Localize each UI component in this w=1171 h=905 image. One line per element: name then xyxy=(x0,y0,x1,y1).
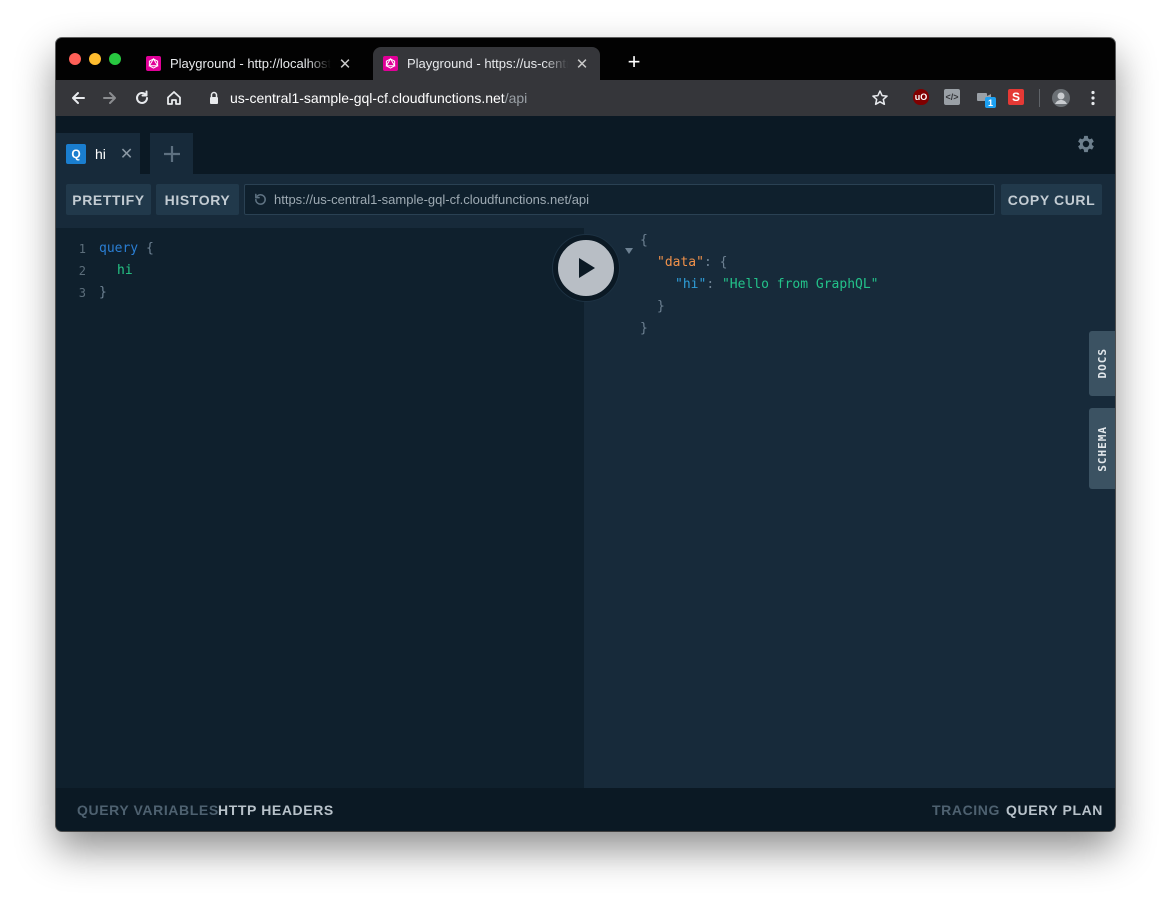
close-tab-icon[interactable]: ✕ xyxy=(574,55,590,73)
home-icon[interactable] xyxy=(163,87,185,109)
settings-gear-icon[interactable] xyxy=(1075,133,1097,155)
result-line: "hi": "Hello from GraphQL" xyxy=(675,274,879,296)
play-icon xyxy=(579,258,595,278)
docs-side-tab[interactable]: DOCS xyxy=(1089,331,1115,396)
playground-tab-bar: Q hi ✕ xyxy=(56,116,1115,174)
back-arrow-icon[interactable] xyxy=(67,87,89,109)
query-badge: Q xyxy=(66,143,86,164)
result-line: } xyxy=(657,296,665,318)
data-open-brace: { xyxy=(719,255,728,270)
browser-menu-icon[interactable] xyxy=(1082,87,1104,109)
minimize-window-button[interactable] xyxy=(89,53,101,65)
colon: : xyxy=(703,255,712,270)
lock-icon xyxy=(210,91,218,104)
playground-tab-name: hi xyxy=(95,145,106,162)
bookmark-star-icon[interactable] xyxy=(869,87,891,109)
result-viewer: { "data": { "hi": "Hello from GraphQL" }… xyxy=(584,228,1115,788)
collapse-triangle-icon[interactable] xyxy=(625,248,633,254)
s-extension-icon[interactable]: S xyxy=(1008,89,1024,105)
close-tab-icon[interactable]: ✕ xyxy=(337,55,353,73)
data-close-brace: } xyxy=(657,299,665,314)
tracing-tab[interactable]: TRACING xyxy=(932,802,1000,818)
close-playground-tab-icon[interactable]: ✕ xyxy=(120,144,133,164)
code-line: query { xyxy=(99,238,154,260)
url-host: us-central1-sample-gql-cf.cloudfunctions… xyxy=(230,90,505,106)
http-headers-tab[interactable]: HTTP HEADERS xyxy=(218,802,334,818)
playground-toolbar: PRETTIFY HISTORY https://us-central1-sam… xyxy=(56,174,1115,228)
result-line: "data": { xyxy=(657,252,727,274)
hi-value: "Hello from GraphQL" xyxy=(721,277,879,292)
playground-tab-hi[interactable]: Q hi ✕ xyxy=(56,133,140,174)
browser-tab-title: Playground - http://localhost:5000 xyxy=(170,56,331,71)
execute-query-button[interactable] xyxy=(553,235,619,301)
ublock-extension-icon[interactable]: uO xyxy=(913,89,929,105)
url-path: /api xyxy=(504,90,528,106)
browser-toolbar: us-central1-sample-gql-cf.cloudfunctions… xyxy=(56,80,1115,116)
close-window-button[interactable] xyxy=(69,53,81,65)
code-line: hi xyxy=(117,260,133,282)
browser-tab-strip: Playground - http://localhost:5000 ✕ Pla… xyxy=(56,38,1115,80)
schema-label: SCHEMA xyxy=(1095,425,1109,472)
refresh-schema-icon[interactable] xyxy=(253,192,268,207)
history-button[interactable]: HISTORY xyxy=(156,184,239,215)
query-plan-tab[interactable]: QUERY PLAN xyxy=(1006,802,1103,818)
browser-tab-cloudfunctions[interactable]: Playground - https://us-central1-sample-… xyxy=(373,47,600,80)
endpoint-url: https://us-central1-sample-gql-cf.cloudf… xyxy=(274,192,590,207)
new-tab-button[interactable]: + xyxy=(624,49,644,75)
plus-icon xyxy=(163,145,180,162)
reload-icon[interactable] xyxy=(131,87,153,109)
profile-avatar[interactable] xyxy=(1050,87,1072,109)
code-line: } xyxy=(99,282,107,304)
result-line: { xyxy=(640,230,648,252)
result-open-brace: { xyxy=(640,233,648,248)
result-line: } xyxy=(640,318,648,340)
query-keyword: query xyxy=(99,241,139,256)
close-brace: } xyxy=(99,285,107,300)
colon: : xyxy=(706,277,715,292)
result-close-brace: } xyxy=(640,321,648,336)
query-editor[interactable]: 1 2 3 query { hi } xyxy=(56,228,584,788)
endpoint-input[interactable]: https://us-central1-sample-gql-cf.cloudf… xyxy=(244,184,995,215)
bottom-panel-bar: QUERY VARIABLES HTTP HEADERS TRACING QUE… xyxy=(56,788,1115,831)
camera-extension-icon[interactable]: 1 xyxy=(976,89,996,108)
browser-tab-localhost[interactable]: Playground - http://localhost:5000 ✕ xyxy=(136,47,363,80)
address-bar[interactable]: us-central1-sample-gql-cf.cloudfunctions… xyxy=(206,86,527,110)
extension-count-badge: 1 xyxy=(985,97,996,108)
docs-label: DOCS xyxy=(1095,348,1109,379)
code-extension-icon[interactable]: </> xyxy=(944,89,960,105)
hi-key: "hi" xyxy=(675,277,707,292)
query-variables-tab[interactable]: QUERY VARIABLES xyxy=(77,802,219,818)
forward-arrow-icon[interactable] xyxy=(99,87,121,109)
line-number: 1 xyxy=(78,242,86,256)
graphql-favicon-icon xyxy=(383,56,398,71)
prettify-button[interactable]: PRETTIFY xyxy=(66,184,151,215)
add-playground-tab-button[interactable] xyxy=(150,133,193,174)
browser-window: Playground - http://localhost:5000 ✕ Pla… xyxy=(56,38,1115,831)
query-field: hi xyxy=(117,263,133,278)
line-number: 3 xyxy=(78,286,86,300)
copy-curl-button[interactable]: COPY CURL xyxy=(1001,184,1102,215)
line-number: 2 xyxy=(78,264,86,278)
browser-tab-title: Playground - https://us-central1-sample-… xyxy=(407,56,568,71)
toolbar-divider xyxy=(1039,89,1040,107)
graphql-favicon-icon xyxy=(146,56,161,71)
data-key: "data" xyxy=(657,255,704,270)
maximize-window-button[interactable] xyxy=(109,53,121,65)
open-brace: { xyxy=(145,241,154,256)
schema-side-tab[interactable]: SCHEMA xyxy=(1089,408,1115,489)
